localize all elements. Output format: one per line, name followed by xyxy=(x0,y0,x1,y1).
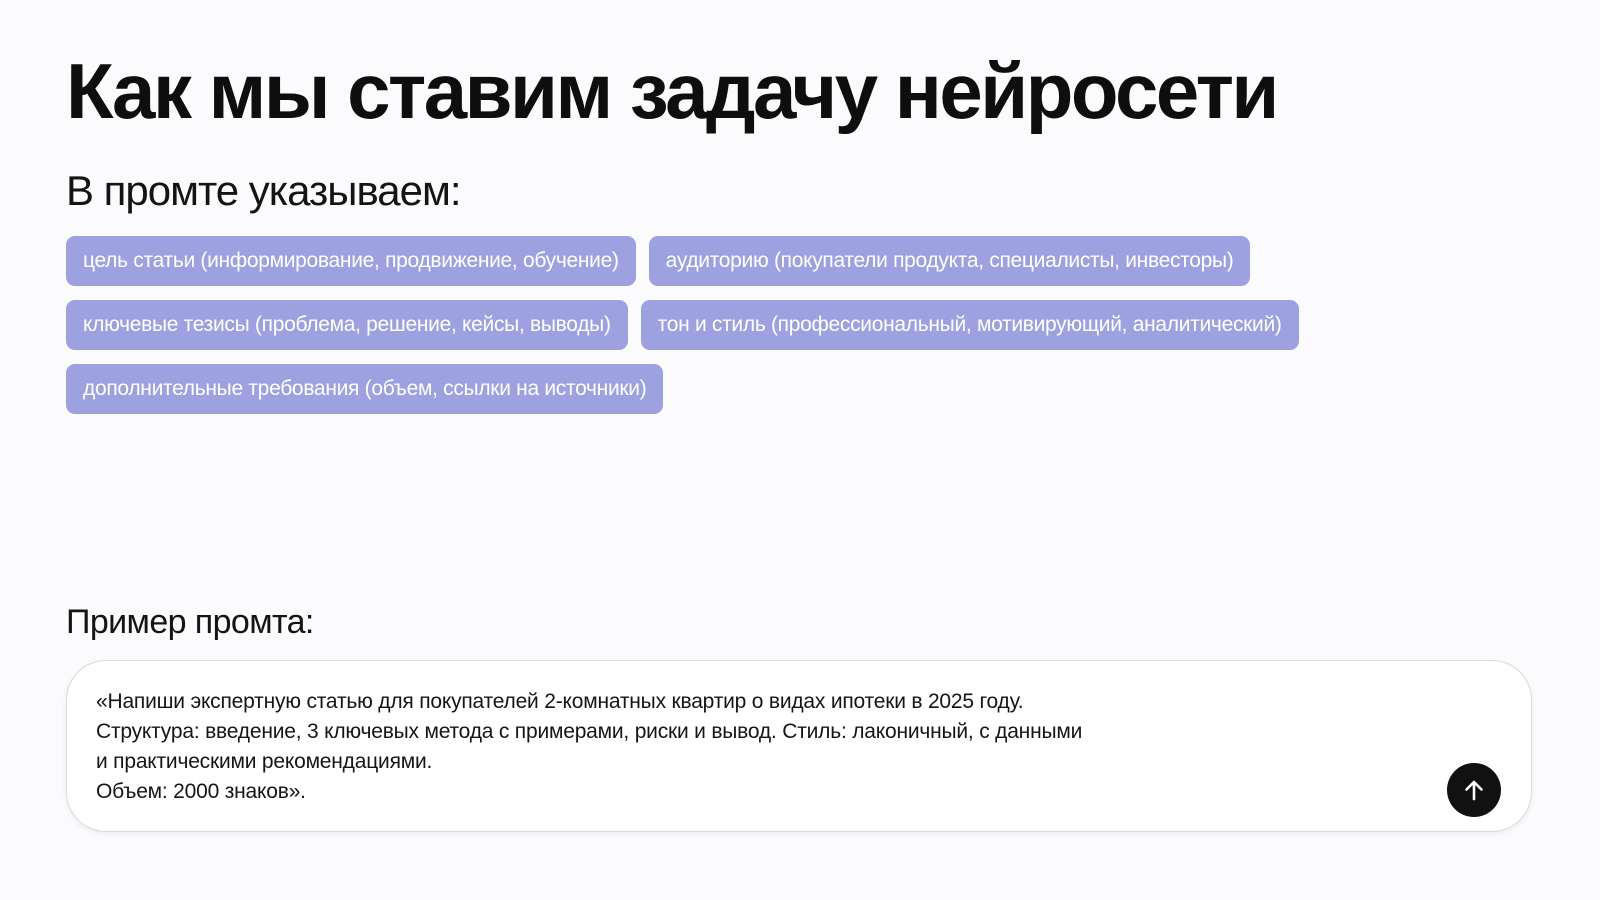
tag-article-goal: цель статьи (информирование, продвижение… xyxy=(66,236,636,286)
tag-row: дополнительные требования (объем, ссылки… xyxy=(66,364,1506,414)
slide: Как мы ставим задачу нейросети В промте … xyxy=(0,0,1600,900)
prompt-line: и практическими рекомендациями. xyxy=(96,750,433,773)
prompt-example-heading: Пример промта: xyxy=(66,603,314,641)
prompt-text[interactable]: «Напиши экспертную статью для покупателе… xyxy=(96,687,1346,807)
tag-key-theses: ключевые тезисы (проблема, решение, кейс… xyxy=(66,300,628,350)
page-title: Как мы ставим задачу нейросети xyxy=(66,47,1279,135)
prompt-includes-heading: В промте указываем: xyxy=(66,167,462,214)
tag-additional-requirements: дополнительные требования (объем, ссылки… xyxy=(66,364,664,414)
tag-audience: аудиторию (покупатели продукта, специали… xyxy=(648,236,1251,286)
prompt-line: Объем: 2000 знаков». xyxy=(96,780,306,803)
prompt-input-box[interactable]: «Напиши экспертную статью для покупателе… xyxy=(66,660,1532,832)
prompt-line: «Напиши экспертную статью для покупателе… xyxy=(96,690,1024,713)
arrow-up-icon xyxy=(1465,780,1483,801)
tag-row: цель статьи (информирование, продвижение… xyxy=(66,236,1506,286)
prompt-elements-tags: цель статьи (информирование, продвижение… xyxy=(66,236,1506,428)
tag-tone-style: тон и стиль (профессиональный, мотивирую… xyxy=(640,300,1299,350)
tag-row: ключевые тезисы (проблема, решение, кейс… xyxy=(66,300,1506,350)
prompt-line: Структура: введение, 3 ключевых метода с… xyxy=(96,720,1083,743)
send-button[interactable] xyxy=(1447,763,1501,817)
